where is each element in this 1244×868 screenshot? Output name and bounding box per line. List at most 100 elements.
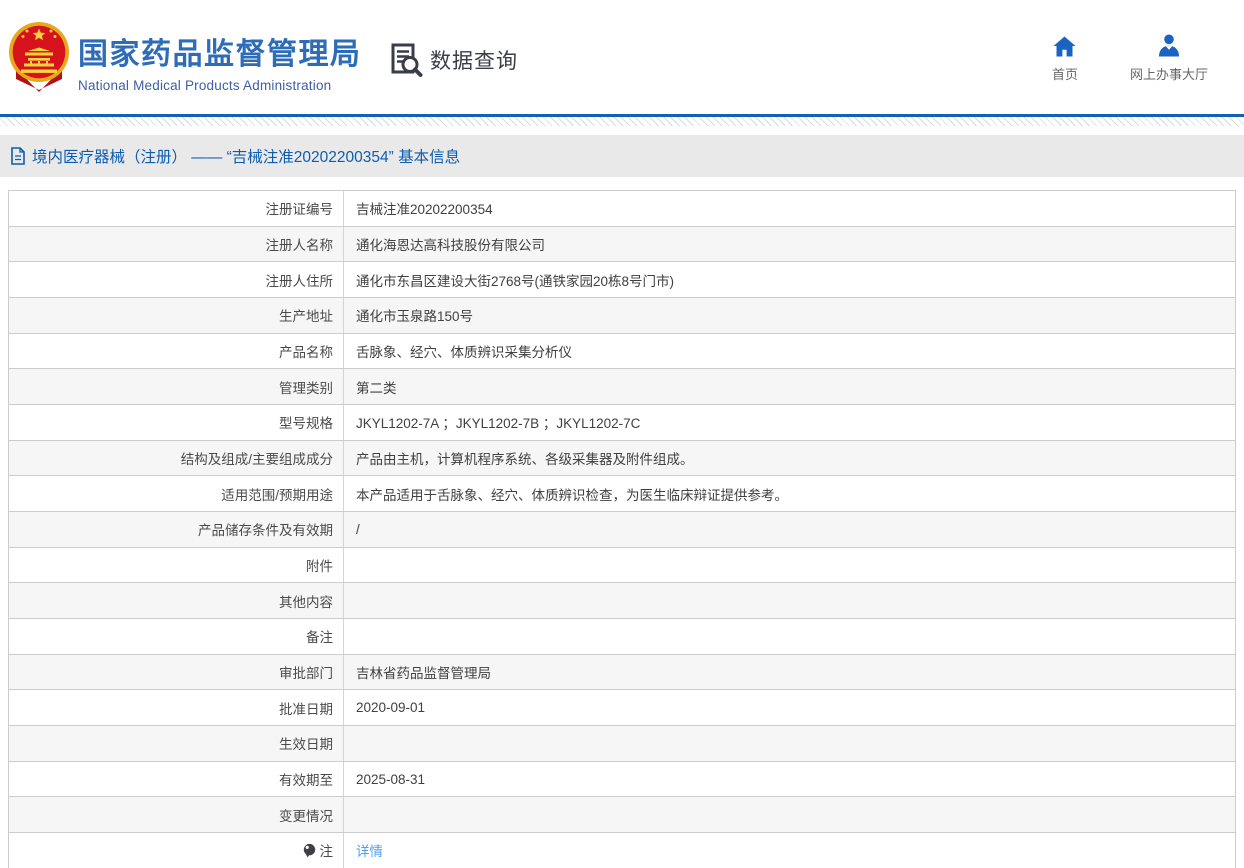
table-row: 生效日期 xyxy=(9,726,1235,762)
brand-name: 国家药品监督管理局 National Medical Products Admi… xyxy=(78,18,362,93)
row-value-text: 2025-08-31 xyxy=(356,771,426,787)
row-value xyxy=(344,583,1235,618)
table-row: 注册证编号 吉械注准20202200354 xyxy=(9,191,1235,227)
row-value xyxy=(344,548,1235,583)
table-row: 管理类别 第二类 xyxy=(9,369,1235,406)
row-value: 通化市东昌区建设大街2768号(通铁家园20栋8号门市) xyxy=(344,262,1235,297)
row-label: 注 xyxy=(9,833,344,868)
hatch-stripe xyxy=(0,117,1244,126)
detail-link[interactable]: 详情 xyxy=(356,840,383,860)
row-label-text: 备注 xyxy=(306,630,333,646)
row-value-text: JKYL1202-7A ；JKYL1202-7B ；JKYL1202-7C xyxy=(356,416,641,432)
row-label-text: 生效日期 xyxy=(279,737,333,753)
table-row: 注册人名称 通化海恩达高科技股份有限公司 xyxy=(9,226,1235,263)
table-row: 其他内容 xyxy=(9,583,1235,620)
table-row: 结构及组成/主要组成成分 产品由主机，计算机程序系统、各级采集器及附件组成。 xyxy=(9,440,1235,477)
table-row: 产品储存条件及有效期 / xyxy=(9,512,1235,548)
table-row: 适用范围/预期用途 本产品适用于舌脉象、经穴、体质辨识检查，为医生临床辩证提供参考… xyxy=(9,476,1235,513)
row-label-text: 变更情况 xyxy=(279,808,333,824)
table-row: 变更情况 xyxy=(9,797,1235,834)
row-value-text: 吉械注准20202200354 xyxy=(356,202,493,218)
row-label-text: 型号规格 xyxy=(279,416,333,432)
row-label: 管理类别 xyxy=(9,369,344,405)
row-value-text: 通化市东昌区建设大街2768号(通铁家园20栋8号门市) xyxy=(356,273,675,289)
row-label-text: 附件 xyxy=(306,559,333,575)
china-national-emblem-icon xyxy=(9,22,69,92)
main-nav: 首页 网上办事大厅 xyxy=(1052,34,1208,83)
row-value: 通化海恩达高科技股份有限公司 xyxy=(344,227,1235,262)
row-value: 产品由主机，计算机程序系统、各级采集器及附件组成。 xyxy=(344,441,1235,476)
row-label: 批准日期 xyxy=(9,690,344,726)
table-row: 生产地址 通化市玉泉路150号 xyxy=(9,298,1235,334)
brand-name-en: National Medical Products Administration xyxy=(78,78,332,93)
row-label-text: 其他内容 xyxy=(279,594,333,610)
document-search-icon xyxy=(391,43,423,77)
row-label: 结构及组成/主要组成成分 xyxy=(9,440,344,476)
row-value: 2025-08-31 xyxy=(344,762,1235,797)
row-label: 生效日期 xyxy=(9,726,344,761)
site-header: 国家药品监督管理局 National Medical Products Admi… xyxy=(0,0,1244,114)
row-value-text: 吉林省药品监督管理局 xyxy=(356,666,491,682)
row-value xyxy=(344,619,1235,654)
row-value-text: 产品由主机，计算机程序系统、各级采集器及附件组成。 xyxy=(356,452,694,468)
row-value-text: 通化海恩达高科技股份有限公司 xyxy=(356,238,545,253)
row-value: 吉林省药品监督管理局 xyxy=(344,655,1235,690)
row-label-text: 注 xyxy=(319,844,334,860)
row-label: 生产地址 xyxy=(9,298,344,333)
table-row: 型号规格 JKYL1202-7A ；JKYL1202-7B ；JKYL1202-7… xyxy=(9,405,1235,441)
page-title: 境内医疗器械（注册） —— “吉械注准20202200354” 基本信息 xyxy=(32,149,461,166)
row-value: JKYL1202-7A ；JKYL1202-7B ；JKYL1202-7C xyxy=(344,405,1235,440)
note-balloon-icon xyxy=(303,843,315,858)
document-icon xyxy=(11,147,25,165)
nav-item-home[interactable]: 首页 xyxy=(1052,34,1078,83)
nav-home-label: 首页 xyxy=(1051,67,1078,82)
user-icon xyxy=(1157,34,1181,57)
brand-name-cn: 国家药品监督管理局 xyxy=(78,38,362,71)
table-row: 注 详情 xyxy=(9,833,1235,868)
row-label-text: 产品名称 xyxy=(279,345,333,361)
row-label-text: 生产地址 xyxy=(279,309,333,325)
row-label: 审批部门 xyxy=(9,654,344,690)
row-value-text: 通化市玉泉路150号 xyxy=(356,309,474,325)
table-row: 审批部门 吉林省药品监督管理局 xyxy=(9,654,1235,691)
table-row: 产品名称 舌脉象、经穴、体质辨识采集分析仪 xyxy=(9,333,1235,370)
nav-item-service-hall[interactable]: 网上办事大厅 xyxy=(1130,34,1208,83)
row-value: 通化市玉泉路150号 xyxy=(344,298,1235,333)
row-value-text: / xyxy=(356,521,360,537)
table-row: 有效期至 2025-08-31 xyxy=(9,761,1235,798)
brand-logo[interactable]: 国家药品监督管理局 National Medical Products Admi… xyxy=(8,18,362,93)
row-label-text: 注册人名称 xyxy=(265,238,334,253)
row-label-text: 注册证编号 xyxy=(265,202,334,218)
row-value-text: 2020-09-01 xyxy=(356,700,426,716)
table-row: 批准日期 2020-09-01 xyxy=(9,690,1235,727)
info-table: 注册证编号 吉械注准20202200354 注册人名称 通化海恩达高科技股份有限公司注… xyxy=(8,190,1236,868)
row-label: 备注 xyxy=(9,619,344,654)
row-value: 舌脉象、经穴、体质辨识采集分析仪 xyxy=(344,334,1235,369)
row-label-text: 结构及组成/主要组成成分 xyxy=(180,452,333,468)
row-label-text: 有效期至 xyxy=(279,773,333,789)
page-title-bar: 境内医疗器械（注册） —— “吉械注准20202200354” 基本信息 xyxy=(0,135,1244,177)
row-label-text: 审批部门 xyxy=(279,666,333,682)
row-label: 产品名称 xyxy=(9,333,344,369)
row-value: 吉械注准20202200354 xyxy=(344,191,1235,226)
row-value: 2020-09-01 xyxy=(344,690,1235,725)
nav-service-hall-label: 网上办事大厅 xyxy=(1129,67,1208,82)
row-value: 本产品适用于舌脉象、经穴、体质辨识检查，为医生临床辩证提供参考。 xyxy=(344,476,1235,511)
table-row: 备注 xyxy=(9,619,1235,655)
row-value-text: 第二类 xyxy=(356,380,397,396)
data-query-section[interactable]: 数据查询 xyxy=(386,41,518,79)
row-label-text: 注册人住所 xyxy=(265,273,334,289)
row-value-text: 本产品适用于舌脉象、经穴、体质辨识检查，为医生临床辩证提供参考。 xyxy=(356,487,788,503)
row-label: 注册人住所 xyxy=(9,262,344,298)
row-value-text: 舌脉象、经穴、体质辨识采集分析仪 xyxy=(356,345,572,361)
row-value: 第二类 xyxy=(344,369,1235,404)
row-label: 其他内容 xyxy=(9,583,344,619)
row-label: 注册证编号 xyxy=(9,191,344,226)
row-value xyxy=(344,726,1235,761)
table-row: 附件 xyxy=(9,547,1235,584)
row-label-text: 批准日期 xyxy=(279,701,333,717)
row-value: 详情 xyxy=(344,833,1235,868)
row-label-text: 管理类别 xyxy=(279,380,333,396)
row-label: 适用范围/预期用途 xyxy=(9,476,344,512)
row-label: 注册人名称 xyxy=(9,226,344,262)
